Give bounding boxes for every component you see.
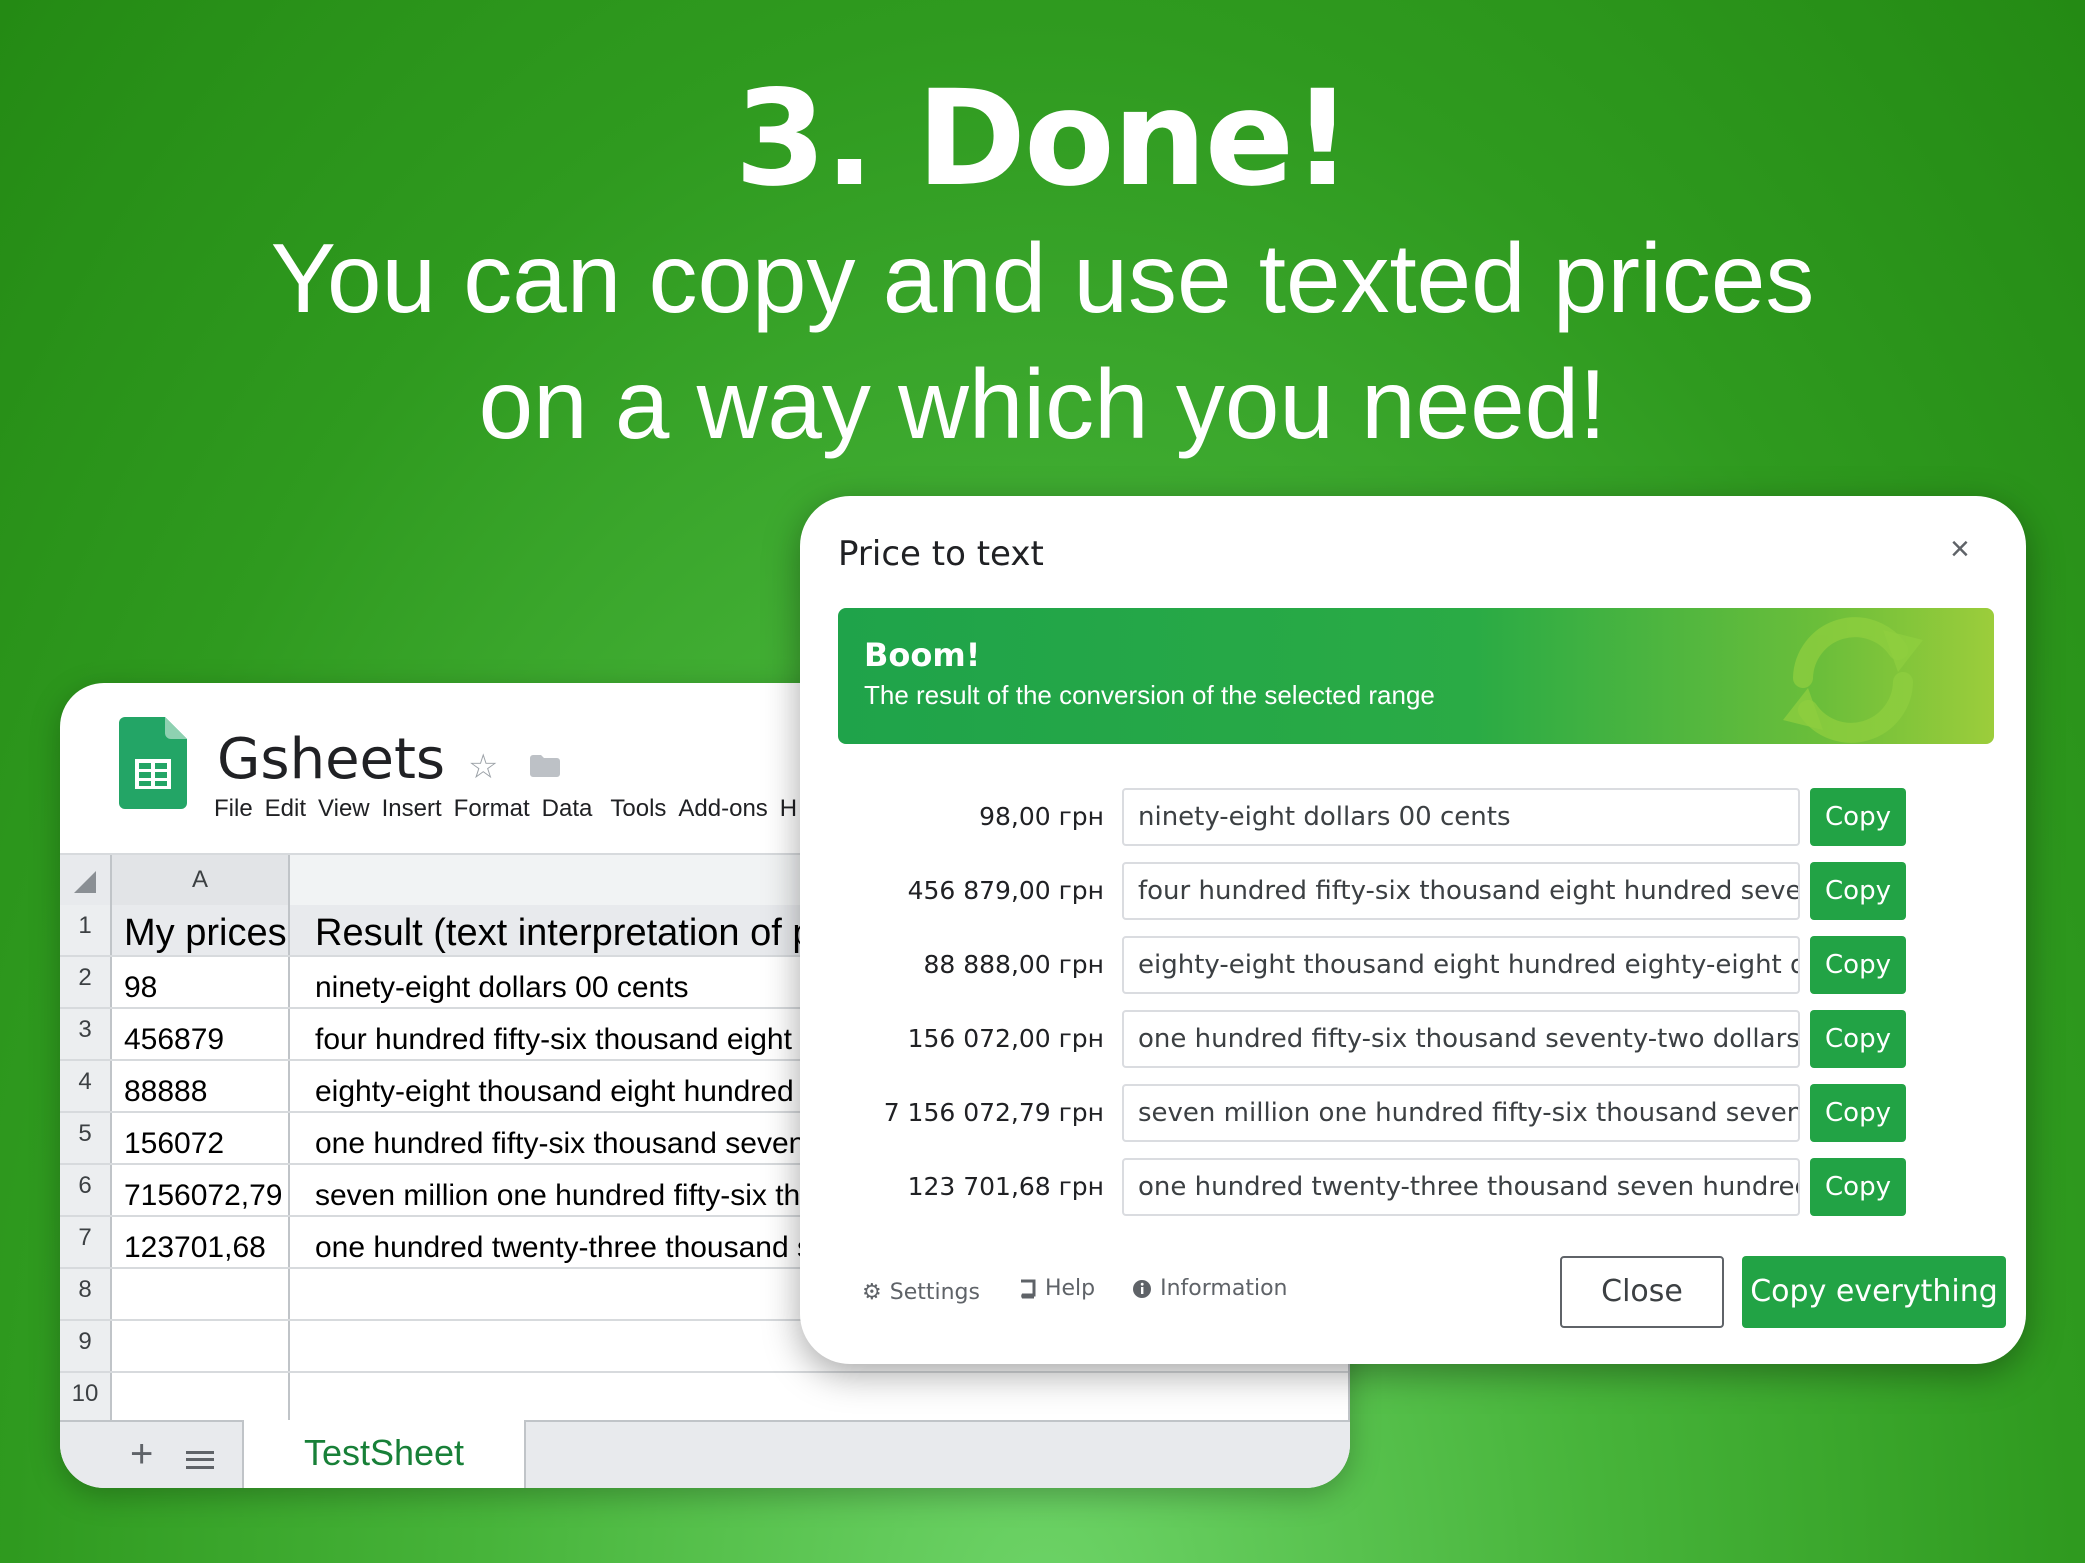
- list-item: 7 156 072,79 грн seven million one hundr…: [800, 1084, 2026, 1142]
- cell-a[interactable]: 7156072,79: [124, 1165, 288, 1215]
- cell-a[interactable]: 456879: [124, 1009, 288, 1059]
- cell-a[interactable]: 123701,68: [124, 1217, 288, 1267]
- column-header-a[interactable]: A: [112, 855, 290, 905]
- cell-a[interactable]: [124, 1373, 288, 1423]
- info-icon: [1133, 1279, 1152, 1298]
- banner-subtitle: The result of the conversion of the sele…: [864, 680, 1435, 710]
- document-title[interactable]: Gsheets: [217, 727, 445, 792]
- list-item: 123 701,68 грн one hundred twenty-three …: [800, 1158, 2026, 1216]
- help-link[interactable]: Help: [1017, 1276, 1095, 1301]
- row-number[interactable]: 8: [60, 1269, 112, 1319]
- menu-file[interactable]: File: [214, 795, 253, 822]
- menu-tools[interactable]: Tools: [610, 795, 666, 822]
- list-item: 98,00 грн ninety-eight dollars 00 cents …: [800, 788, 2026, 846]
- cell-a[interactable]: [124, 1269, 288, 1319]
- row-number[interactable]: 6: [60, 1165, 112, 1215]
- menu-addons[interactable]: Add-ons: [678, 795, 767, 822]
- refresh-icon: [1783, 617, 1923, 743]
- settings-link[interactable]: ⚙ Settings: [862, 1280, 980, 1305]
- all-sheets-menu-icon[interactable]: [186, 1451, 214, 1469]
- headline-subtitle-line2: on a way which you need!: [478, 349, 1607, 459]
- cell-a[interactable]: [124, 1321, 288, 1371]
- settings-label: Settings: [889, 1279, 980, 1305]
- add-sheet-button[interactable]: +: [130, 1432, 153, 1476]
- close-icon[interactable]: ×: [1950, 530, 1970, 569]
- banner-title: Boom!: [864, 636, 981, 674]
- help-label: Help: [1044, 1276, 1096, 1301]
- result-text-field[interactable]: seven million one hundred fifty-six thou…: [1122, 1084, 1800, 1142]
- row-number[interactable]: 7: [60, 1217, 112, 1267]
- list-item: 156 072,00 грн one hundred fifty-six tho…: [800, 1010, 2026, 1068]
- copy-button[interactable]: Copy: [1810, 1010, 1906, 1068]
- menu-data[interactable]: Data: [542, 795, 593, 822]
- row-number[interactable]: 9: [60, 1321, 112, 1371]
- price-label: 156 072,00 грн: [907, 1024, 1104, 1053]
- row-number[interactable]: 10: [60, 1373, 112, 1423]
- price-label: 88 888,00 грн: [923, 950, 1104, 979]
- cell-a[interactable]: 156072: [124, 1113, 288, 1163]
- sheet-tab-testsheet[interactable]: TestSheet: [242, 1420, 526, 1488]
- book-icon: [1020, 1279, 1036, 1298]
- information-link[interactable]: Information: [1132, 1276, 1287, 1301]
- row-number[interactable]: 1: [60, 905, 112, 955]
- result-text-field[interactable]: ninety-eight dollars 00 cents: [1122, 788, 1800, 846]
- menu-help[interactable]: H: [780, 795, 797, 822]
- cell-a[interactable]: 88888: [124, 1061, 288, 1111]
- copy-button[interactable]: Copy: [1810, 1084, 1906, 1142]
- price-label: 98,00 грн: [979, 802, 1104, 831]
- result-text-field[interactable]: one hundred twenty-three thousand seven …: [1122, 1158, 1800, 1216]
- headline: 3. Done! You can copy and use texted pri…: [0, 64, 2085, 466]
- row-number[interactable]: 4: [60, 1061, 112, 1111]
- row-number[interactable]: 2: [60, 957, 112, 1007]
- price-to-text-dialog: Price to text × Boom! The result of the …: [800, 496, 2026, 1364]
- menu-edit[interactable]: Edit: [265, 795, 306, 822]
- menu-format[interactable]: Format: [454, 795, 530, 822]
- list-item: 456 879,00 грн four hundred fifty-six th…: [800, 862, 2026, 920]
- menu-insert[interactable]: Insert: [382, 795, 442, 822]
- folder-icon[interactable]: [530, 755, 560, 777]
- result-text-field[interactable]: four hundred fifty-six thousand eight hu…: [1122, 862, 1800, 920]
- menu-bar: File Edit View Insert Format Data Tools Add-ons…: [214, 795, 809, 823]
- copy-everything-button[interactable]: Copy everything: [1742, 1256, 2006, 1328]
- close-button[interactable]: Close: [1560, 1256, 1724, 1328]
- select-all-corner[interactable]: [60, 855, 112, 905]
- copy-button[interactable]: Copy: [1810, 788, 1906, 846]
- dialog-title: Price to text: [838, 534, 1044, 574]
- success-banner: Boom! The result of the conversion of th…: [838, 608, 1994, 744]
- headline-subtitle-line1: You can copy and use texted prices: [270, 223, 1815, 333]
- sheets-logo-icon: [119, 717, 187, 809]
- row-number[interactable]: 5: [60, 1113, 112, 1163]
- copy-button[interactable]: Copy: [1810, 862, 1906, 920]
- copy-button[interactable]: Copy: [1810, 1158, 1906, 1216]
- table-row: 10: [60, 1373, 1350, 1425]
- price-label: 7 156 072,79 грн: [883, 1098, 1104, 1127]
- price-label: 123 701,68 грн: [907, 1172, 1104, 1201]
- gear-icon: ⚙: [862, 1279, 882, 1305]
- star-icon[interactable]: ☆: [468, 747, 498, 787]
- information-label: Information: [1160, 1276, 1288, 1301]
- result-text-field[interactable]: eighty-eight thousand eight hundred eigh…: [1122, 936, 1800, 994]
- row-number[interactable]: 3: [60, 1009, 112, 1059]
- cell-a[interactable]: My prices: [112, 905, 288, 955]
- headline-title: 3. Done!: [734, 62, 1353, 216]
- sheet-tab-bar: + TestSheet: [60, 1420, 1350, 1488]
- copy-button[interactable]: Copy: [1810, 936, 1906, 994]
- footer-links: ⚙ Settings Help Information: [862, 1276, 1317, 1305]
- menu-view[interactable]: View: [318, 795, 370, 822]
- list-item: 88 888,00 грн eighty-eight thousand eigh…: [800, 936, 2026, 994]
- price-label: 456 879,00 грн: [907, 876, 1104, 905]
- cell-a[interactable]: 98: [124, 957, 288, 1007]
- result-text-field[interactable]: one hundred fifty-six thousand seventy-t…: [1122, 1010, 1800, 1068]
- cell-b[interactable]: [315, 1373, 1315, 1423]
